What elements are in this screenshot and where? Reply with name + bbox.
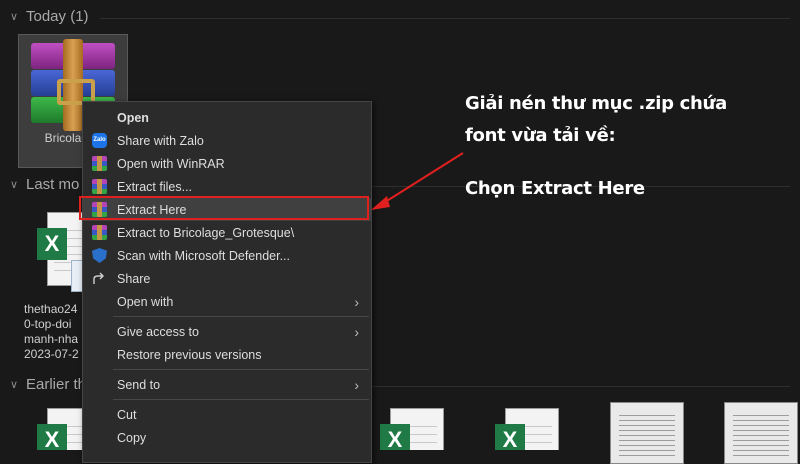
menu-item-extract-to[interactable]: Extract to Bricolage_Grotesque\ — [83, 221, 371, 244]
menu-item-send-to[interactable]: Send to › — [83, 373, 371, 396]
menu-item-label: Open — [117, 110, 149, 125]
menu-item-restore-versions[interactable]: Restore previous versions — [83, 343, 371, 366]
annotation-line: font vừa tải về: — [465, 125, 616, 146]
shield-icon — [92, 248, 107, 263]
menu-item-label: Copy — [117, 430, 147, 445]
file-item-spreadsheet[interactable]: X — [365, 408, 465, 450]
chevron-right-icon: › — [354, 376, 359, 393]
menu-separator — [113, 369, 369, 370]
menu-item-label: Give access to — [117, 324, 199, 339]
group-header-last-month[interactable]: ∨ Last mo — [8, 176, 79, 193]
document-thumbnail[interactable] — [724, 402, 798, 464]
group-header-earlier[interactable]: ∨ Earlier th — [8, 376, 86, 393]
document-thumbnail[interactable] — [610, 402, 684, 464]
menu-item-copy[interactable]: Copy — [83, 426, 371, 449]
chevron-right-icon: › — [354, 323, 359, 340]
group-divider — [372, 386, 790, 387]
share-icon — [92, 271, 107, 286]
chevron-down-icon: ∨ — [9, 179, 19, 191]
menu-item-label: Restore previous versions — [117, 347, 262, 362]
menu-item-open[interactable]: Open — [83, 106, 371, 129]
chevron-down-icon: ∨ — [9, 379, 19, 391]
group-divider — [100, 18, 790, 19]
winrar-icon — [92, 179, 107, 194]
context-menu: Open Zalo Share with Zalo Open with WinR… — [82, 101, 372, 463]
file-item-spreadsheet[interactable]: X — [480, 408, 580, 450]
chevron-down-icon: ∨ — [9, 11, 19, 23]
excel-file-icon: X — [380, 408, 450, 450]
group-label-last-month: Last mo — [26, 176, 80, 193]
group-label-earlier: Earlier th — [26, 376, 87, 393]
annotation-line: Giải nén thư mục .zip chứa — [465, 93, 727, 114]
menu-separator — [113, 316, 369, 317]
menu-item-share-with-zalo[interactable]: Zalo Share with Zalo — [83, 129, 371, 152]
group-header-today[interactable]: ∨ Today (1) — [8, 8, 89, 25]
menu-item-share[interactable]: Share — [83, 267, 371, 290]
menu-item-label: Open with WinRAR — [117, 156, 225, 171]
menu-item-open-with[interactable]: Open with › — [83, 290, 371, 313]
zalo-icon: Zalo — [92, 133, 107, 148]
annotation-highlight-box — [79, 196, 369, 220]
group-label-today: Today (1) — [26, 8, 89, 25]
menu-item-label: Scan with Microsoft Defender... — [117, 248, 290, 263]
menu-separator — [113, 399, 369, 400]
menu-item-label: Share — [117, 271, 151, 286]
menu-item-label: Share with Zalo — [117, 133, 204, 148]
menu-item-give-access[interactable]: Give access to › — [83, 320, 371, 343]
menu-item-scan-defender[interactable]: Scan with Microsoft Defender... — [83, 244, 371, 267]
winrar-icon — [92, 225, 107, 240]
menu-item-label: Extract to Bricolage_Grotesque\ — [117, 225, 295, 240]
menu-item-cut[interactable]: Cut — [83, 403, 371, 426]
annotation-line: Chọn Extract Here — [465, 178, 645, 199]
winrar-icon — [92, 156, 107, 171]
chevron-right-icon: › — [354, 293, 359, 310]
menu-item-label: Send to — [117, 377, 161, 392]
menu-item-label: Open with — [117, 294, 174, 309]
menu-item-open-with-winrar[interactable]: Open with WinRAR — [83, 152, 371, 175]
menu-item-extract-files[interactable]: Extract files... — [83, 175, 371, 198]
menu-item-label: Cut — [117, 407, 137, 422]
excel-file-icon: X — [495, 408, 565, 450]
menu-item-label: Extract files... — [117, 179, 193, 194]
